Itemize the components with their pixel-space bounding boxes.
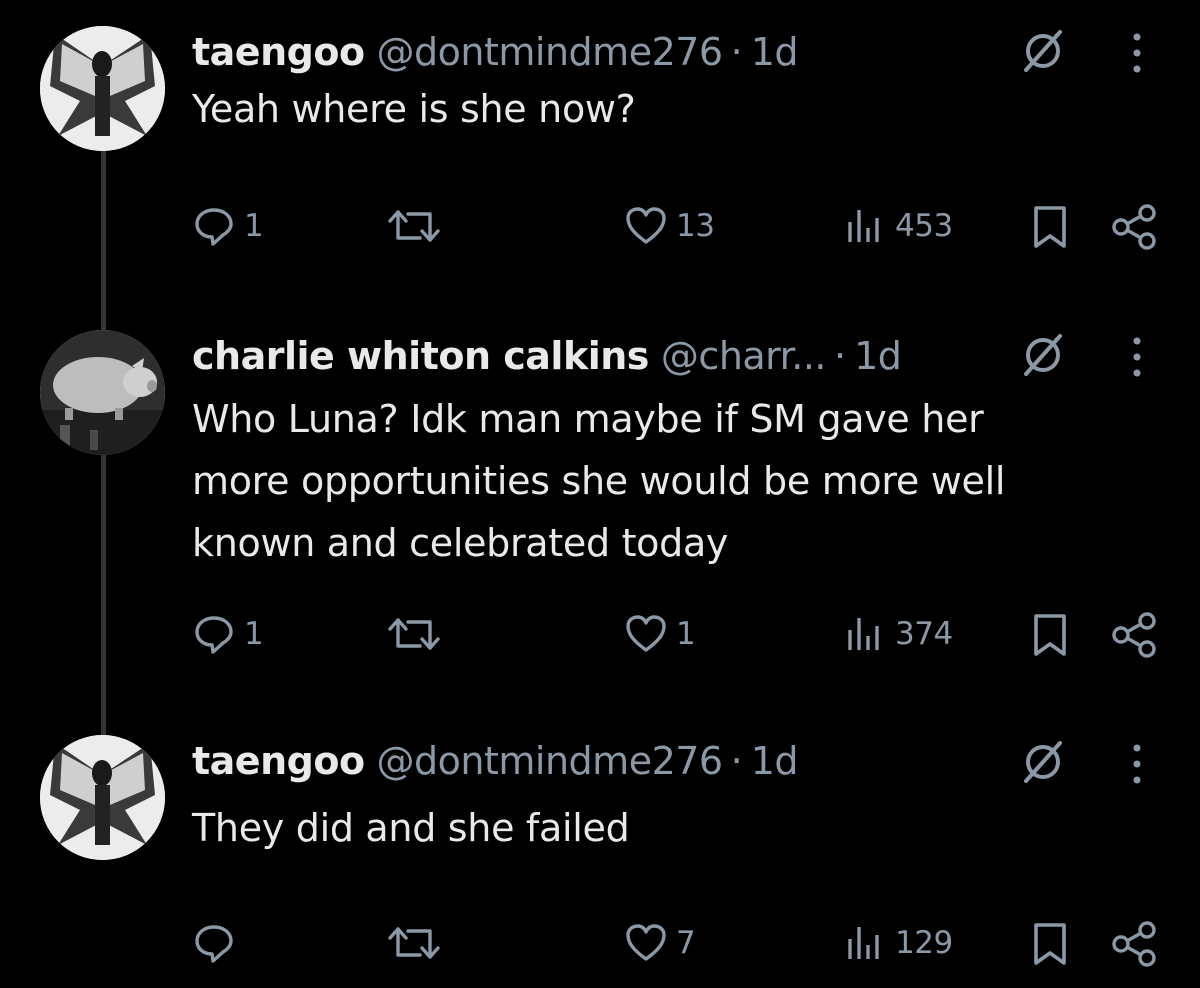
tweet-text-line: Yeah where is she now? — [192, 87, 636, 131]
reply-icon — [195, 208, 233, 246]
display-name[interactable]: taengoo — [192, 30, 365, 74]
action-bar: 1 1 374 — [0, 612, 1200, 662]
reply-button[interactable]: 1 — [192, 612, 264, 656]
avatar[interactable] — [40, 26, 165, 151]
display-name[interactable]: taengoo — [192, 739, 365, 783]
views-chart-icon — [848, 618, 879, 650]
grok-icon[interactable] — [1018, 330, 1068, 380]
avatar-butterfly-wings-icon — [40, 735, 165, 860]
timestamp[interactable]: 1d — [854, 334, 902, 378]
tweet[interactable]: taengoo @dontmindme276 · 1d They did and… — [0, 735, 1200, 975]
heart-icon — [626, 207, 666, 244]
tweet-text-line: known and celebrated today — [192, 521, 729, 565]
share-icon — [1112, 204, 1156, 250]
tweet-header: taengoo @dontmindme276 · 1d — [192, 26, 799, 78]
repost-icon — [388, 210, 440, 242]
grok-icon[interactable] — [1018, 26, 1068, 76]
like-button[interactable]: 7 — [624, 921, 696, 965]
grok-icon[interactable] — [1018, 737, 1068, 787]
views-count: 453 — [895, 208, 953, 244]
reply-count: 1 — [244, 616, 264, 652]
separator-dot: · — [730, 30, 743, 74]
more-options-icon[interactable] — [1124, 332, 1150, 382]
reply-count: 1 — [244, 208, 264, 244]
like-button[interactable]: 13 — [624, 204, 715, 248]
bookmark-button[interactable] — [1030, 204, 1070, 250]
repost-button[interactable] — [384, 204, 452, 248]
user-handle[interactable]: @dontmindme276 — [377, 30, 724, 74]
tweet-text: Who Luna? Idk man maybe if SM gave her m… — [192, 388, 1152, 574]
share-button[interactable] — [1110, 612, 1160, 658]
avatar-butterfly-wings-icon — [40, 26, 165, 151]
action-bar: 7 129 — [0, 921, 1200, 971]
tweet-text: Yeah where is she now? — [192, 78, 1152, 140]
like-count: 1 — [676, 616, 696, 652]
tweet-header: taengoo @dontmindme276 · 1d — [192, 735, 799, 787]
reply-button[interactable]: 1 — [192, 204, 264, 248]
bookmark-button[interactable] — [1030, 921, 1070, 967]
views-button[interactable]: 453 — [843, 204, 953, 248]
share-icon — [1112, 612, 1156, 658]
tweet[interactable]: charlie whiton calkins @charr... · 1d Wh… — [0, 330, 1200, 670]
share-button[interactable] — [1110, 921, 1160, 967]
like-count: 13 — [676, 208, 715, 244]
more-options-icon[interactable] — [1124, 739, 1150, 789]
bookmark-button[interactable] — [1030, 612, 1070, 658]
repost-button[interactable] — [384, 612, 452, 656]
bookmark-icon — [1034, 923, 1066, 965]
views-chart-icon — [848, 927, 879, 959]
action-bar: 1 13 453 — [0, 204, 1200, 254]
tweet-header: charlie whiton calkins @charr... · 1d — [192, 330, 902, 382]
bookmark-icon — [1034, 614, 1066, 656]
bookmark-icon — [1034, 206, 1066, 248]
tweet-text-line: They did and she failed — [192, 806, 630, 850]
tweet-text-line: more opportunities she would be more wel… — [192, 459, 1006, 503]
user-handle[interactable]: @charr... — [661, 334, 827, 378]
avatar[interactable] — [40, 735, 165, 860]
heart-icon — [626, 615, 666, 652]
tweet-text: They did and she failed — [192, 797, 1152, 859]
repost-icon — [388, 618, 440, 650]
repost-button[interactable] — [384, 921, 452, 965]
reply-icon — [195, 616, 233, 654]
views-button[interactable]: 374 — [843, 612, 953, 656]
like-count: 7 — [676, 925, 696, 961]
reply-icon — [195, 925, 233, 963]
separator-dot: · — [834, 334, 847, 378]
views-chart-icon — [848, 210, 879, 242]
more-options-icon[interactable] — [1124, 28, 1150, 78]
tweet[interactable]: taengoo @dontmindme276 · 1d Yeah where i… — [0, 26, 1200, 286]
heart-icon — [626, 924, 666, 961]
timestamp[interactable]: 1d — [751, 739, 799, 783]
reply-button[interactable] — [192, 921, 244, 965]
views-count: 374 — [895, 616, 953, 652]
like-button[interactable]: 1 — [624, 612, 696, 656]
share-icon — [1112, 921, 1156, 967]
share-button[interactable] — [1110, 204, 1160, 250]
user-handle[interactable]: @dontmindme276 — [377, 739, 724, 783]
repost-icon — [388, 927, 440, 959]
views-count: 129 — [895, 925, 953, 961]
avatar-pig-icon — [40, 330, 165, 455]
display-name[interactable]: charlie whiton calkins — [192, 334, 649, 378]
timestamp[interactable]: 1d — [751, 30, 799, 74]
avatar[interactable] — [40, 330, 165, 455]
tweet-text-line: Who Luna? Idk man maybe if SM gave her — [192, 397, 984, 441]
views-button[interactable]: 129 — [843, 921, 953, 965]
separator-dot: · — [730, 739, 743, 783]
